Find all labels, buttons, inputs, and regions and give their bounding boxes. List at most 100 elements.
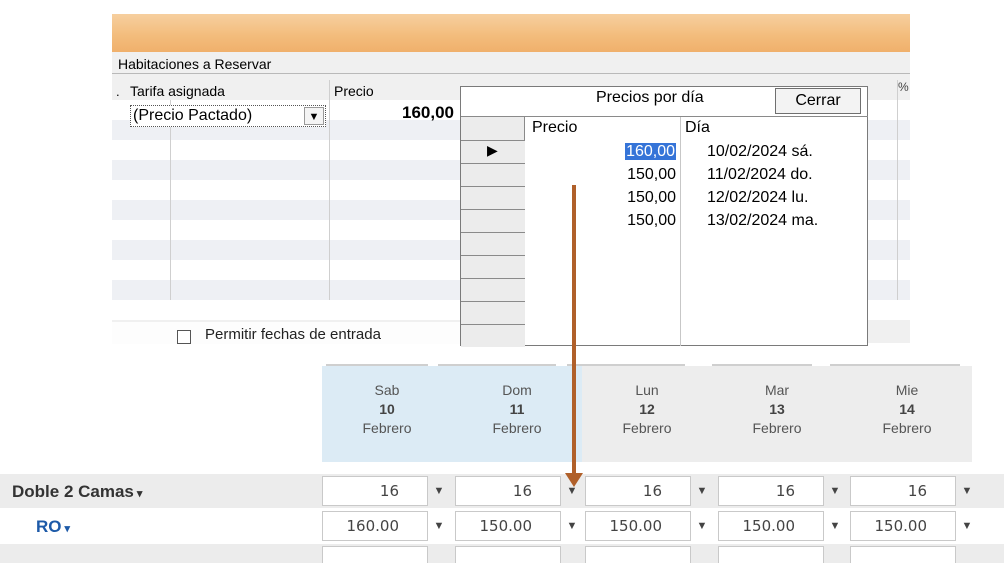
availability-dropdown-icon[interactable]: ▼: [956, 476, 978, 506]
row-selector[interactable]: [461, 301, 525, 324]
arrow-down-icon: [565, 473, 583, 487]
grid-row: [112, 180, 462, 200]
price-dropdown-icon[interactable]: ▼: [428, 511, 450, 541]
row-selector[interactable]: [461, 255, 525, 278]
availability-dropdown-icon[interactable]: ▼: [691, 476, 713, 506]
row-selector[interactable]: [461, 186, 525, 209]
day-number: 12: [639, 401, 655, 417]
grid-row: [868, 120, 910, 140]
divider: [112, 73, 910, 74]
popup-price-cell[interactable]: 150,00: [560, 189, 676, 207]
grid-row: [112, 160, 462, 180]
rate-plan-label: RO: [36, 517, 62, 536]
tarifa-dropdown-button[interactable]: ▼: [304, 107, 324, 125]
day-name: Dom: [502, 382, 532, 398]
availability-input[interactable]: 16: [850, 476, 956, 506]
day-month: Febrero: [362, 420, 412, 436]
popup-column-dia: Día: [685, 119, 710, 136]
row-selector[interactable]: [461, 232, 525, 255]
day-number: 11: [509, 401, 525, 417]
grid-row: [868, 100, 910, 120]
price-input[interactable]: 150.00: [455, 511, 561, 541]
grid-row: [868, 280, 910, 300]
row-selector[interactable]: [461, 324, 525, 347]
grid-row: [112, 300, 462, 320]
close-button[interactable]: Cerrar: [775, 88, 861, 114]
annotation-arrow-shaft: [572, 185, 576, 475]
column-divider: [897, 80, 898, 300]
column-divider: [170, 100, 171, 300]
permit-dates-checkbox[interactable]: [177, 330, 191, 344]
day-month: Febrero: [622, 420, 672, 436]
next-row-input[interactable]: [455, 546, 561, 563]
availability-dropdown-icon[interactable]: ▼: [824, 476, 846, 506]
day-name: Lun: [635, 382, 659, 398]
popup-price-cell[interactable]: 160,00: [560, 143, 676, 161]
price-dropdown-icon[interactable]: ▼: [561, 511, 583, 541]
grid-row: [112, 280, 462, 300]
column-header-tarifa[interactable]: Tarifa asignada: [130, 83, 225, 99]
tarifa-select[interactable]: (Precio Pactado): [130, 105, 326, 127]
next-row-input[interactable]: [322, 546, 428, 563]
day-name: Mie: [895, 382, 919, 398]
next-row-input[interactable]: [718, 546, 824, 563]
popup-price-cell[interactable]: 150,00: [560, 212, 676, 230]
price-input[interactable]: 150.00: [718, 511, 824, 541]
price-dropdown-icon[interactable]: ▼: [956, 511, 978, 541]
popup-day-cell: 10/02/2024 sá.: [707, 143, 813, 160]
availability-input[interactable]: 16: [322, 476, 428, 506]
column-header-marker: .: [116, 84, 120, 99]
day-header-0[interactable]: Sab 10 Febrero: [322, 366, 452, 462]
row-selector[interactable]: [461, 209, 525, 232]
price-dropdown-icon[interactable]: ▼: [691, 511, 713, 541]
popup-day-cell: 13/02/2024 ma.: [707, 212, 819, 229]
day-month: Febrero: [752, 420, 802, 436]
room-type-dropdown[interactable]: Doble 2 Camas ▾: [12, 482, 142, 502]
rate-plan-dropdown[interactable]: RO ▾: [36, 517, 70, 537]
row-selector[interactable]: [461, 163, 525, 186]
grid-row: [868, 140, 910, 160]
precio-value[interactable]: 160,00: [334, 103, 454, 123]
grid-row: [112, 260, 462, 280]
grid-row: [868, 160, 910, 180]
day-header-2[interactable]: Lun 12 Febrero: [582, 366, 712, 462]
caret-down-icon: ▾: [136, 488, 143, 500]
grid-row: [868, 260, 910, 280]
window-title-bar: [112, 14, 910, 52]
day-header-1[interactable]: Dom 11 Febrero: [452, 366, 582, 462]
price-dropdown-icon[interactable]: ▼: [824, 511, 846, 541]
availability-input[interactable]: 16: [585, 476, 691, 506]
grid-row: [112, 200, 462, 220]
popup-price-cell[interactable]: 150,00: [560, 166, 676, 184]
column-divider: [329, 80, 330, 300]
next-row-input[interactable]: [585, 546, 691, 563]
grid-row: [868, 220, 910, 240]
panel-title: Habitaciones a Reservar: [118, 56, 272, 72]
column-header-precio[interactable]: Precio: [334, 83, 374, 99]
popup-day-cell: 11/02/2024 do.: [707, 166, 813, 183]
day-number: 14: [899, 401, 915, 417]
caret-down-icon: ▾: [64, 523, 71, 535]
next-row-input[interactable]: [850, 546, 956, 563]
column-header-percent[interactable]: %: [898, 80, 909, 94]
day-header-4[interactable]: Mie 14 Febrero: [842, 366, 972, 462]
popup-column-precio: Precio: [532, 119, 578, 136]
selected-price-text: 160,00: [625, 143, 676, 160]
current-row-pointer-icon: ▶: [487, 142, 498, 158]
room-type-label: Doble 2 Camas: [12, 482, 134, 501]
day-header-3[interactable]: Mar 13 Febrero: [712, 366, 842, 462]
tarifa-select-value: (Precio Pactado): [133, 107, 253, 124]
price-input[interactable]: 160.00: [322, 511, 428, 541]
day-month: Febrero: [492, 420, 542, 436]
day-name: Sab: [374, 382, 400, 398]
price-input[interactable]: 150.00: [850, 511, 956, 541]
availability-dropdown-icon[interactable]: ▼: [428, 476, 450, 506]
row-selector[interactable]: [461, 278, 525, 301]
availability-input[interactable]: 16: [455, 476, 561, 506]
availability-input[interactable]: 16: [718, 476, 824, 506]
popup-title: Precios por día: [596, 89, 704, 106]
grid-row: [112, 140, 462, 160]
grid-row: [868, 300, 910, 320]
price-input[interactable]: 150.00: [585, 511, 691, 541]
popup-day-cell: 12/02/2024 lu.: [707, 189, 809, 206]
